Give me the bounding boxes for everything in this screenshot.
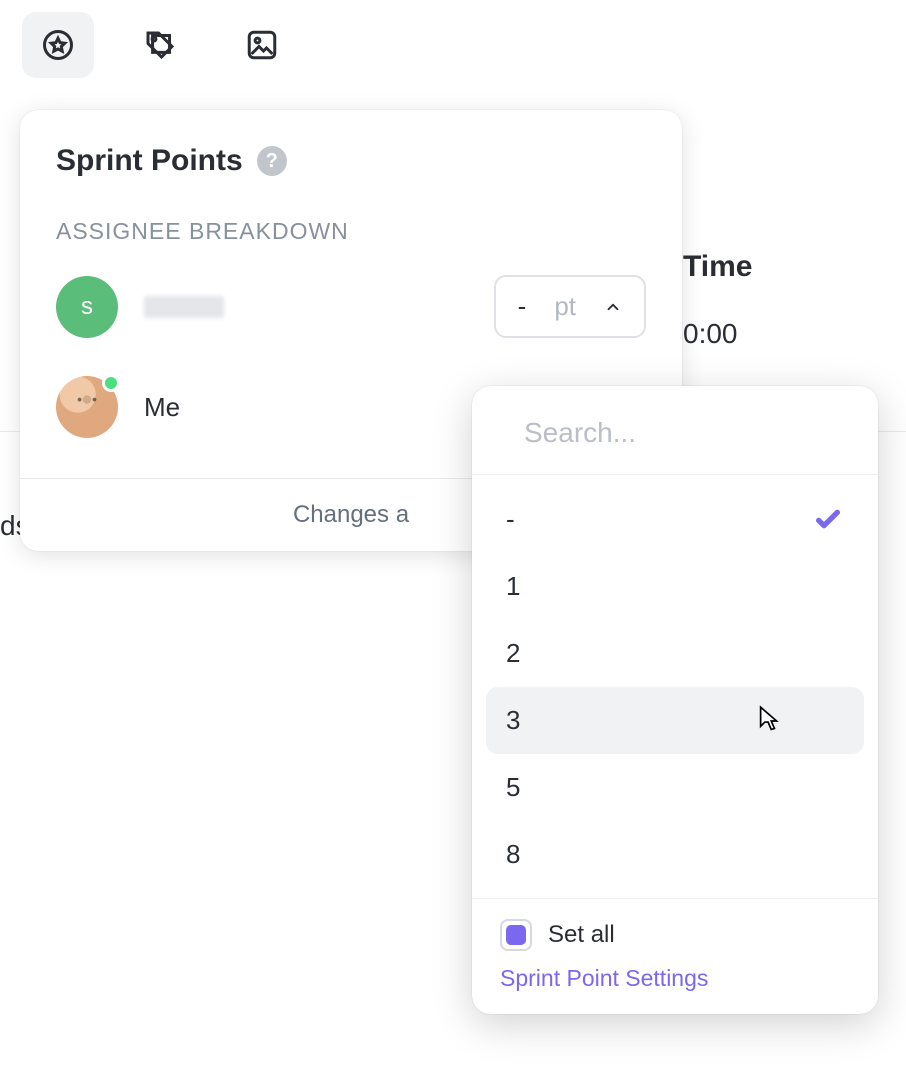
dropdown-option[interactable]: 3 xyxy=(486,687,864,754)
dropdown-option-label: 5 xyxy=(506,772,520,803)
tag-icon xyxy=(142,27,178,63)
set-all-checkbox[interactable] xyxy=(500,919,532,951)
assignee-name-redacted xyxy=(144,296,224,318)
dropdown-footer: Set all Sprint Point Settings xyxy=(472,898,878,1014)
dropdown-option-label: 2 xyxy=(506,638,520,669)
dropdown-option-label: - xyxy=(506,504,515,535)
points-unit: pt xyxy=(554,291,576,322)
avatar-wrapper[interactable] xyxy=(56,376,118,438)
dropdown-option[interactable]: 2 xyxy=(486,620,864,687)
dropdown-search-input[interactable] xyxy=(522,416,878,450)
points-value: - xyxy=(518,291,527,322)
chevron-up-icon xyxy=(604,298,622,316)
popover-title: Sprint Points xyxy=(56,144,243,178)
set-all-label: Set all xyxy=(548,921,615,949)
avatar[interactable]: s xyxy=(56,276,118,338)
dropdown-option[interactable]: 8 xyxy=(486,821,864,888)
tag-icon-button[interactable] xyxy=(124,12,196,78)
dropdown-option[interactable]: 5 xyxy=(486,754,864,821)
dropdown-option-label: 3 xyxy=(506,705,520,736)
points-icon-button[interactable] xyxy=(22,12,94,78)
points-dropdown: - 1 2 3 5 8 Set all Sprint Point Set xyxy=(472,386,878,1014)
dropdown-option[interactable]: - xyxy=(486,485,864,553)
points-select[interactable]: - pt xyxy=(494,275,646,338)
image-icon xyxy=(244,27,280,63)
presence-indicator-icon xyxy=(102,374,120,392)
cursor-pointer-icon xyxy=(750,704,784,738)
top-icon-bar xyxy=(22,12,298,78)
dropdown-option-label: 8 xyxy=(506,839,520,870)
sprint-point-settings-link[interactable]: Sprint Point Settings xyxy=(500,961,708,992)
image-icon-button[interactable] xyxy=(226,12,298,78)
dropdown-option[interactable]: 1 xyxy=(486,553,864,620)
dropdown-options-list: - 1 2 3 5 8 xyxy=(472,475,878,898)
star-badge-icon xyxy=(40,27,76,63)
set-all-row[interactable]: Set all xyxy=(500,913,856,961)
assignee-name: Me xyxy=(144,392,180,423)
assignee-breakdown-heading: ASSIGNEE BREAKDOWN xyxy=(56,218,646,245)
checkbox-checked-icon xyxy=(506,925,526,945)
dropdown-option-label: 1 xyxy=(506,571,520,602)
time-tracked-value: 0:00 xyxy=(683,318,738,350)
assignee-row: s - pt xyxy=(56,275,646,338)
help-icon[interactable]: ? xyxy=(257,146,287,176)
dropdown-search-row xyxy=(472,386,878,475)
check-icon xyxy=(812,503,844,535)
time-tracked-label: Time xyxy=(683,250,752,284)
